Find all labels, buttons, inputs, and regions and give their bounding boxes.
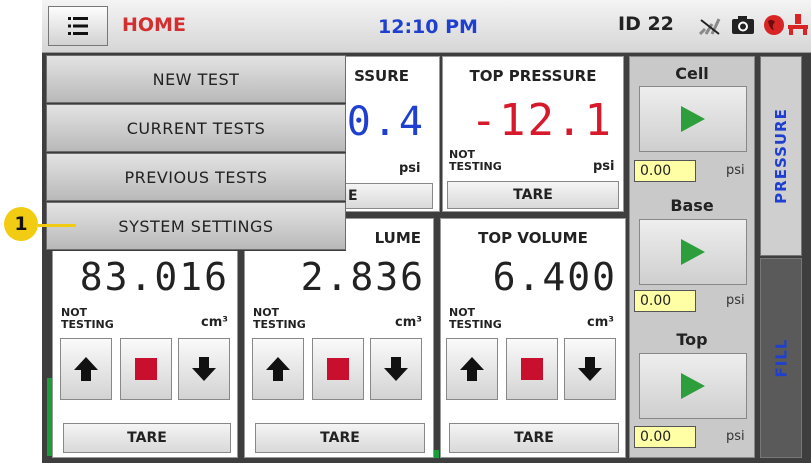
down-arrow-button[interactable] [178,338,230,400]
stage: HOME 12:10 PM ID 22 SSURE 0.4 psi E TOP … [0,0,811,463]
stop-button[interactable] [506,338,558,400]
volume-value: 2.836 [300,255,425,299]
cell-play-button[interactable] [639,86,747,152]
status-text: NOT TESTING [449,148,502,173]
up-arrow-button[interactable] [446,338,498,400]
status-bar: HOME 12:10 PM ID 22 [42,0,811,53]
play-icon [681,106,705,132]
stop-button[interactable] [312,338,364,400]
up-arrow-button[interactable] [252,338,304,400]
unit-label: psi [593,159,615,174]
tab-pressure[interactable]: PRESSURE [760,56,802,256]
play-icon [681,239,705,265]
volume-value: 6.400 [492,255,617,299]
menu-icon [68,17,88,35]
down-arrow-button[interactable] [370,338,422,400]
tab-fill[interactable]: FILL [760,258,802,458]
device-screen: HOME 12:10 PM ID 22 SSURE 0.4 psi E TOP … [42,0,811,463]
volume-value: 83.016 [79,255,229,299]
status-text: NOT TESTING [449,306,502,331]
tare-button[interactable]: TARE [255,423,425,453]
base-unit: psi [726,293,745,308]
up-arrow-icon [460,357,484,381]
tare-button[interactable]: TARE [449,423,619,453]
stop-button[interactable] [120,338,172,400]
down-arrow-icon [192,357,216,381]
cell-pressure-field[interactable]: 0.00 [634,160,696,182]
top-pressure-field[interactable]: 0.00 [634,426,696,448]
camera-icon [732,16,754,34]
base-pressure-field[interactable]: 0.00 [634,290,696,312]
network-icon [788,14,808,35]
menu-item-new-test[interactable]: NEW TEST [46,55,346,103]
unit-label: cm³ [587,315,614,330]
base-play-button[interactable] [639,219,747,285]
tare-button[interactable]: TARE [63,423,231,453]
card-title: TOP PRESSURE [469,67,597,85]
pressure-value: 0.4 [346,99,425,145]
menu-item-previous-tests[interactable]: PREVIOUS TESTS [46,153,346,201]
menu-item-current-tests[interactable]: CURRENT TESTS [46,104,346,152]
stop-icon [135,358,157,380]
up-arrow-icon [74,357,98,381]
stop-icon [327,358,349,380]
status-text: NOT TESTING [253,306,306,331]
level-bar [434,450,439,458]
tare-button[interactable]: TARE [447,181,619,209]
globe-icon [764,15,784,35]
level-bar [47,378,52,456]
device-id: ID 22 [618,13,674,35]
play-icon [681,373,705,399]
home-label: HOME [122,14,186,36]
cell-unit: psi [726,163,745,178]
callout-number: 1 [4,207,38,241]
top-pressure-card: TOP PRESSURE -12.1 NOT TESTING psi TARE [442,56,624,212]
base-title: Base [670,196,714,215]
unit-label: psi [399,161,421,176]
pressure-value: -12.1 [470,95,613,146]
down-arrow-button[interactable] [564,338,616,400]
callout-line [38,224,76,227]
clock: 12:10 PM [378,16,478,38]
main-menu-dropdown: NEW TEST CURRENT TESTS PREVIOUS TESTS SY… [46,55,346,251]
down-arrow-icon [578,357,602,381]
status-text: NOT TESTING [61,306,114,331]
unit-label: cm³ [395,315,422,330]
up-arrow-button[interactable] [60,338,112,400]
top-unit: psi [726,429,745,444]
top-play-button[interactable] [639,353,747,419]
wifi-off-icon [698,18,721,36]
cell-title: Cell [675,64,709,83]
card-title: TOP VOLUME [478,229,588,247]
down-arrow-icon [384,357,408,381]
top-title: Top [676,330,708,349]
menu-button[interactable] [48,6,108,46]
stop-icon [521,358,543,380]
unit-label: cm³ [201,315,228,330]
menu-item-system-settings[interactable]: SYSTEM SETTINGS [46,202,346,250]
up-arrow-icon [266,357,290,381]
